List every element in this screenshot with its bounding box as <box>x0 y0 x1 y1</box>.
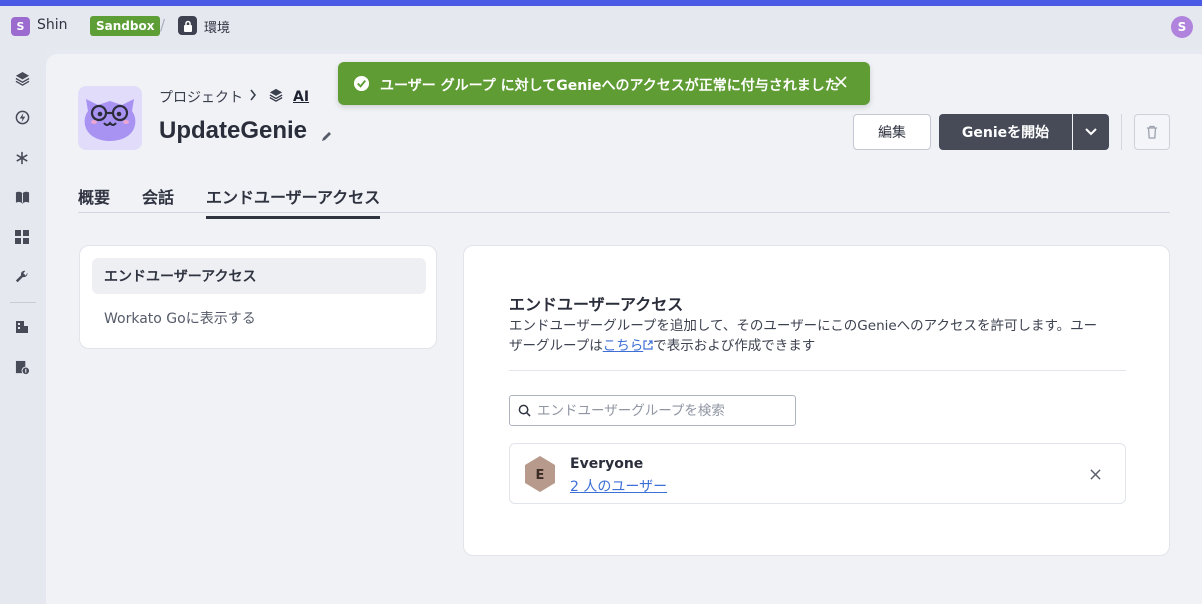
page-title: UpdateGenie <box>159 117 308 144</box>
book-icon[interactable] <box>13 188 31 206</box>
group-row: E Everyone 2 人のユーザー <box>509 443 1126 504</box>
genie-mascot-icon <box>84 99 136 141</box>
toast-message: ユーザー グループ に対してGenieへのアクセスが正常に付与されました <box>380 78 839 94</box>
tab-bar: 概要 会話 エンドユーザーアクセス <box>78 182 1170 219</box>
chevron-down-icon <box>1085 128 1097 136</box>
check-circle-icon <box>353 75 370 92</box>
breadcrumb: プロジェクト AI <box>159 87 309 107</box>
close-icon[interactable] <box>835 76 847 88</box>
group-name: Everyone <box>570 456 644 472</box>
description-line1: エンドユーザーグループを追加して、そのユーザーにこのGenieへのアクセスを許可… <box>509 318 1098 334</box>
toolbar-divider <box>1121 114 1122 150</box>
building-icon[interactable] <box>13 318 31 336</box>
lightning-icon[interactable] <box>13 108 31 126</box>
section-description: エンドユーザーグループを追加して、そのユーザーにこのGenieへのアクセスを許可… <box>509 316 1129 356</box>
sidebar-divider <box>10 302 36 303</box>
group-avatar: E <box>525 456 555 492</box>
tab-overview[interactable]: 概要 <box>78 184 110 216</box>
group-users-link[interactable]: 2 人のユーザー <box>570 476 667 496</box>
environment-label[interactable]: 環境 <box>204 17 230 36</box>
workspace-avatar[interactable]: S <box>11 17 30 36</box>
snowflake-icon[interactable] <box>13 149 31 167</box>
dashboard-icon[interactable] <box>13 228 31 246</box>
user-groups-link[interactable]: こちら <box>603 338 644 354</box>
sidebar <box>0 48 46 604</box>
external-link-icon <box>643 338 653 354</box>
chevron-right-icon <box>249 89 257 105</box>
section-divider <box>509 370 1126 371</box>
group-search <box>509 395 796 426</box>
layers-icon <box>269 88 283 106</box>
sandbox-badge: Sandbox <box>90 16 161 36</box>
access-panel: エンドユーザーアクセス エンドユーザーグループを追加して、そのユーザーにこのGe… <box>463 245 1170 556</box>
search-input[interactable] <box>537 402 795 419</box>
trash-icon <box>1147 125 1157 139</box>
edit-button[interactable]: 編集 <box>853 114 931 150</box>
section-title: エンドユーザーアクセス <box>509 295 684 314</box>
close-icon <box>1089 468 1101 480</box>
description-line2-start: ザーグループは <box>509 338 603 354</box>
wrench-icon[interactable] <box>13 268 31 286</box>
workspace-name[interactable]: Shin <box>37 17 68 33</box>
settings-menu-card: エンドユーザーアクセス Workato Goに表示する <box>79 245 437 349</box>
start-genie-dropdown[interactable] <box>1073 114 1109 150</box>
remove-group-button[interactable] <box>1085 464 1105 484</box>
delete-button[interactable] <box>1134 114 1170 150</box>
billing-icon[interactable] <box>13 358 31 376</box>
lock-icon <box>178 16 197 35</box>
tab-conversations[interactable]: 会話 <box>142 184 174 216</box>
search-icon <box>518 404 531 417</box>
menu-item-workato-go[interactable]: Workato Goに表示する <box>104 308 256 328</box>
menu-item-end-user-access[interactable]: エンドユーザーアクセス <box>92 258 426 294</box>
layers-icon[interactable] <box>13 69 31 87</box>
user-avatar[interactable]: S <box>1171 16 1193 38</box>
breadcrumb-projects[interactable]: プロジェクト <box>159 87 243 107</box>
project-avatar <box>78 86 142 150</box>
tab-end-user-access[interactable]: エンドユーザーアクセス <box>206 184 381 219</box>
success-toast: ユーザー グループ に対してGenieへのアクセスが正常に付与されました <box>338 62 870 105</box>
breadcrumb-current[interactable]: AI <box>293 89 309 105</box>
group-avatar-initial: E <box>536 468 545 483</box>
top-bar: S Shin Sandbox / 環境 S <box>0 6 1202 48</box>
start-genie-button[interactable]: Genieを開始 <box>939 114 1072 150</box>
breadcrumb-separator: / <box>160 16 166 34</box>
description-line2-end: で表示および作成できます <box>653 338 816 354</box>
pencil-icon[interactable] <box>321 127 333 146</box>
